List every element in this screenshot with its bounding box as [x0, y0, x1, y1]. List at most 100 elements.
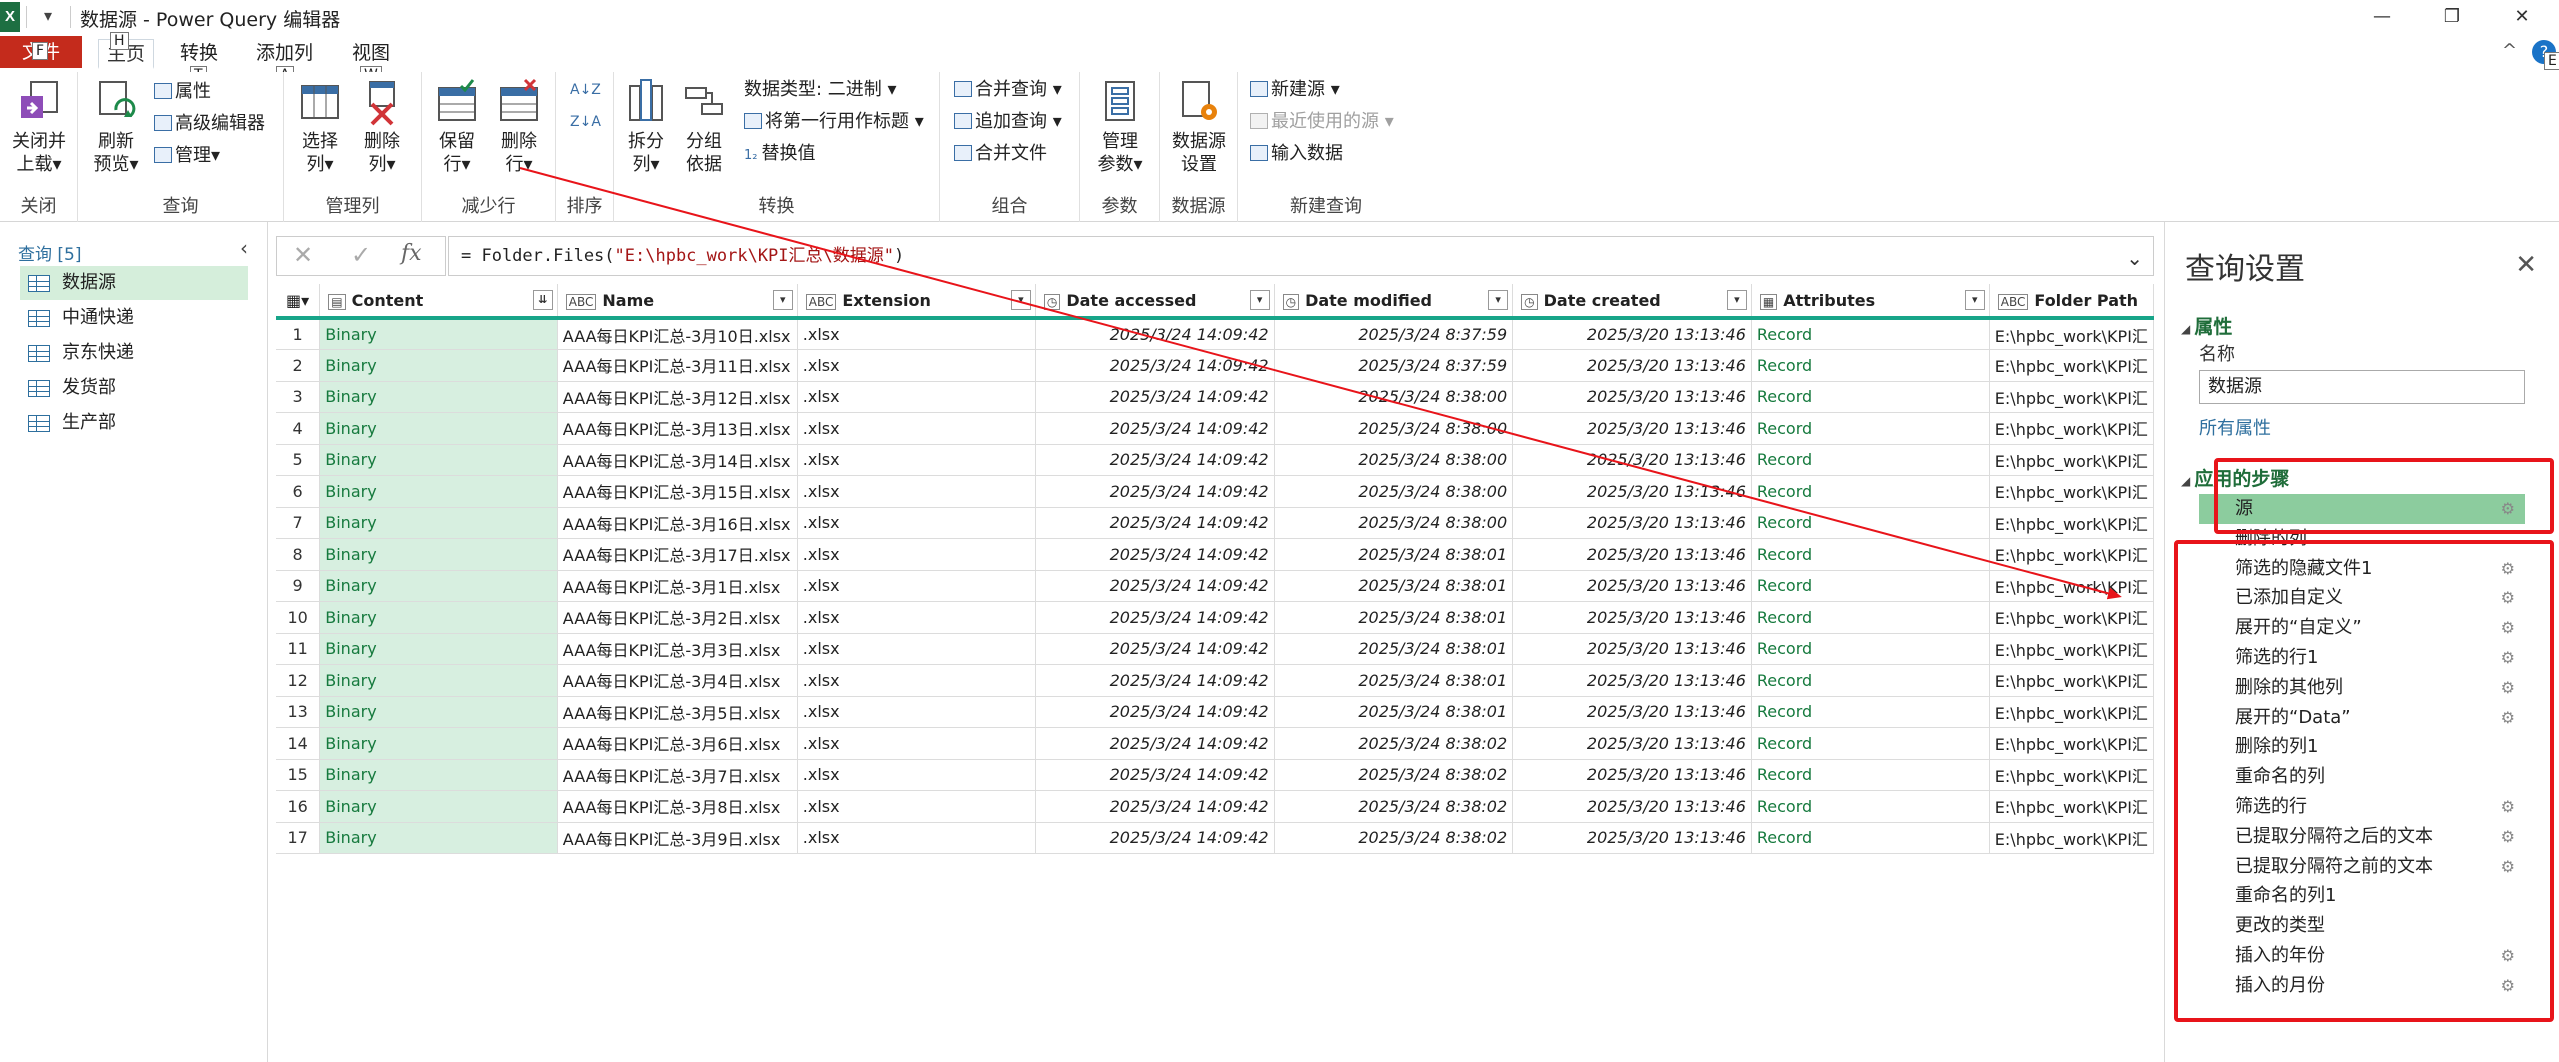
- table-cell[interactable]: E:\hpbc_work\KPI汇: [1989, 601, 2154, 634]
- table-cell[interactable]: AAA每日KPI汇总-3月10日.xlsx: [557, 318, 798, 350]
- table-cell[interactable]: 2025/3/24 14:09:42: [1035, 633, 1275, 665]
- table-cell[interactable]: 2025/3/24 8:37:59: [1274, 349, 1514, 382]
- table-cell[interactable]: 2025/3/24 14:09:42: [1035, 318, 1275, 350]
- table-cell[interactable]: 2025/3/20 13:13:46: [1512, 633, 1752, 665]
- table-cell[interactable]: 2025/3/24 14:09:42: [1035, 381, 1275, 413]
- table-cell[interactable]: .xlsx: [797, 475, 1036, 508]
- table-cell[interactable]: AAA每日KPI汇总-3月4日.xlsx: [557, 664, 798, 697]
- table-cell[interactable]: 2025/3/24 14:09:42: [1035, 759, 1275, 791]
- table-cell[interactable]: 2025/3/20 13:13:46: [1512, 444, 1752, 476]
- group-by-button[interactable]: 分组 依据: [676, 78, 732, 176]
- advanced-editor-button[interactable]: 高级编辑器: [154, 112, 265, 138]
- quick-access-menu-icon[interactable]: ▾: [44, 6, 52, 25]
- binary-link-cell[interactable]: Binary: [319, 696, 558, 728]
- properties-button[interactable]: 属性: [154, 80, 211, 106]
- manage-parameters-button[interactable]: 管理 参数▾: [1090, 78, 1150, 176]
- table-cell[interactable]: AAA每日KPI汇总-3月6日.xlsx: [557, 727, 798, 760]
- merge-queries-button[interactable]: 合并查询 ▾: [954, 78, 1062, 104]
- combine-files-button[interactable]: 合并文件: [954, 142, 1047, 168]
- table-cell[interactable]: E:\hpbc_work\KPI汇: [1989, 475, 2154, 508]
- tab-add-column[interactable]: 添加列: [248, 39, 321, 69]
- column-type-icon[interactable]: ABC: [805, 293, 837, 310]
- tab-view[interactable]: 视图: [344, 39, 398, 69]
- binary-link-cell[interactable]: Binary: [319, 790, 558, 823]
- table-cell[interactable]: E:\hpbc_work\KPI汇: [1989, 790, 2154, 823]
- table-cell[interactable]: 2025/3/24 14:09:42: [1035, 349, 1275, 382]
- table-cell[interactable]: AAA每日KPI汇总-3月16日.xlsx: [557, 507, 798, 539]
- table-cell[interactable]: AAA每日KPI汇总-3月13日.xlsx: [557, 412, 798, 445]
- table-cell[interactable]: .xlsx: [797, 664, 1036, 697]
- column-header-attributes[interactable]: ▦ Attributes ▾: [1751, 284, 1990, 320]
- column-header-date-created[interactable]: ◷ Date created ▾: [1512, 284, 1752, 320]
- table-cell[interactable]: .xlsx: [797, 538, 1036, 571]
- table-cell[interactable]: 2025/3/24 8:38:01: [1274, 664, 1514, 697]
- table-cell[interactable]: 2025/3/24 8:38:00: [1274, 444, 1514, 476]
- table-cell[interactable]: E:\hpbc_work\KPI汇: [1989, 759, 2154, 791]
- expand-binary-icon[interactable]: ⇊: [532, 290, 553, 310]
- table-cell[interactable]: 2025/3/24 14:09:42: [1035, 696, 1275, 728]
- table-cell[interactable]: 2025/3/20 13:13:46: [1512, 381, 1752, 413]
- table-cell[interactable]: E:\hpbc_work\KPI汇: [1989, 381, 2154, 413]
- column-header-extension[interactable]: ABC Extension ▾: [797, 284, 1036, 320]
- record-link-cell[interactable]: Record: [1751, 601, 1990, 634]
- table-cell[interactable]: 2025/3/24 14:09:42: [1035, 507, 1275, 539]
- record-link-cell[interactable]: Record: [1751, 727, 1990, 760]
- table-cell[interactable]: E:\hpbc_work\KPI汇: [1989, 664, 2154, 697]
- close-and-load-button[interactable]: 关闭并 上载▾: [8, 78, 70, 176]
- column-type-icon[interactable]: ABC: [565, 293, 597, 310]
- binary-link-cell[interactable]: Binary: [319, 475, 558, 508]
- remove-rows-button[interactable]: 删除 行▾: [490, 78, 548, 176]
- sort-descending-button[interactable]: Z↓A: [570, 110, 601, 136]
- table-cell[interactable]: 2025/3/24 8:38:01: [1274, 633, 1514, 665]
- table-cell[interactable]: .xlsx: [797, 507, 1036, 539]
- table-cell[interactable]: 2025/3/20 13:13:46: [1512, 790, 1752, 823]
- query-item-zto[interactable]: 中通快递: [20, 301, 248, 335]
- replace-values-button[interactable]: 1₂ 替换值: [744, 142, 815, 168]
- formula-input[interactable]: = Folder.Files("E:\hpbc_work\KPI汇总\数据源")…: [448, 236, 2154, 276]
- column-type-icon[interactable]: ◷: [1282, 293, 1300, 310]
- table-cell[interactable]: .xlsx: [797, 349, 1036, 382]
- properties-section[interactable]: ◢ 属性: [2181, 312, 2232, 339]
- table-cell[interactable]: 2025/3/24 8:37:59: [1274, 318, 1514, 350]
- binary-link-cell[interactable]: Binary: [319, 349, 558, 382]
- binary-link-cell[interactable]: Binary: [319, 318, 558, 350]
- filter-dropdown-icon[interactable]: ▾: [1010, 290, 1031, 310]
- table-cell[interactable]: 2025/3/20 13:13:46: [1512, 475, 1752, 508]
- close-settings-icon[interactable]: ✕: [2515, 250, 2537, 280]
- record-link-cell[interactable]: Record: [1751, 822, 1990, 854]
- collapse-queries-icon[interactable]: ‹: [240, 236, 248, 260]
- table-cell[interactable]: E:\hpbc_work\KPI汇: [1989, 412, 2154, 445]
- sort-ascending-button[interactable]: A↓Z: [570, 78, 601, 104]
- use-first-row-as-headers-button[interactable]: 将第一行用作标题 ▾: [744, 110, 924, 136]
- binary-link-cell[interactable]: Binary: [319, 570, 558, 602]
- table-cell[interactable]: 2025/3/24 8:38:02: [1274, 790, 1514, 823]
- table-cell[interactable]: 2025/3/20 13:13:46: [1512, 318, 1752, 350]
- minimize-button[interactable]: —: [2362, 2, 2402, 32]
- table-cell[interactable]: E:\hpbc_work\KPI汇: [1989, 444, 2154, 476]
- table-cell[interactable]: .xlsx: [797, 727, 1036, 760]
- filter-dropdown-icon[interactable]: ▾: [772, 290, 793, 310]
- tab-transform[interactable]: 转换: [172, 39, 226, 69]
- enter-data-button[interactable]: 输入数据: [1250, 142, 1343, 168]
- record-link-cell[interactable]: Record: [1751, 538, 1990, 571]
- table-cell[interactable]: AAA每日KPI汇总-3月1日.xlsx: [557, 570, 798, 602]
- table-cell[interactable]: 2025/3/24 8:38:02: [1274, 727, 1514, 760]
- table-cell[interactable]: 2025/3/24 8:38:02: [1274, 822, 1514, 854]
- table-cell[interactable]: 2025/3/20 13:13:46: [1512, 822, 1752, 854]
- queries-header[interactable]: 查询 [5]: [18, 240, 81, 265]
- table-cell[interactable]: 2025/3/24 14:09:42: [1035, 601, 1275, 634]
- all-properties-link[interactable]: 所有属性: [2199, 414, 2271, 440]
- table-cell[interactable]: AAA每日KPI汇总-3月5日.xlsx: [557, 696, 798, 728]
- column-header-date-modified[interactable]: ◷ Date modified ▾: [1274, 284, 1514, 320]
- table-cell[interactable]: 2025/3/24 8:38:00: [1274, 412, 1514, 445]
- table-cell[interactable]: 2025/3/24 8:38:01: [1274, 570, 1514, 602]
- manage-button[interactable]: 管理▾: [154, 144, 220, 170]
- table-cell[interactable]: 2025/3/20 13:13:46: [1512, 727, 1752, 760]
- table-cell[interactable]: 2025/3/24 8:38:02: [1274, 759, 1514, 791]
- table-cell[interactable]: .xlsx: [797, 759, 1036, 791]
- table-cell[interactable]: 2025/3/24 14:09:42: [1035, 822, 1275, 854]
- query-item-shipping[interactable]: 发货部: [20, 371, 248, 405]
- table-cell[interactable]: .xlsx: [797, 601, 1036, 634]
- table-cell[interactable]: E:\hpbc_work\KPI汇: [1989, 318, 2154, 350]
- table-cell[interactable]: .xlsx: [797, 570, 1036, 602]
